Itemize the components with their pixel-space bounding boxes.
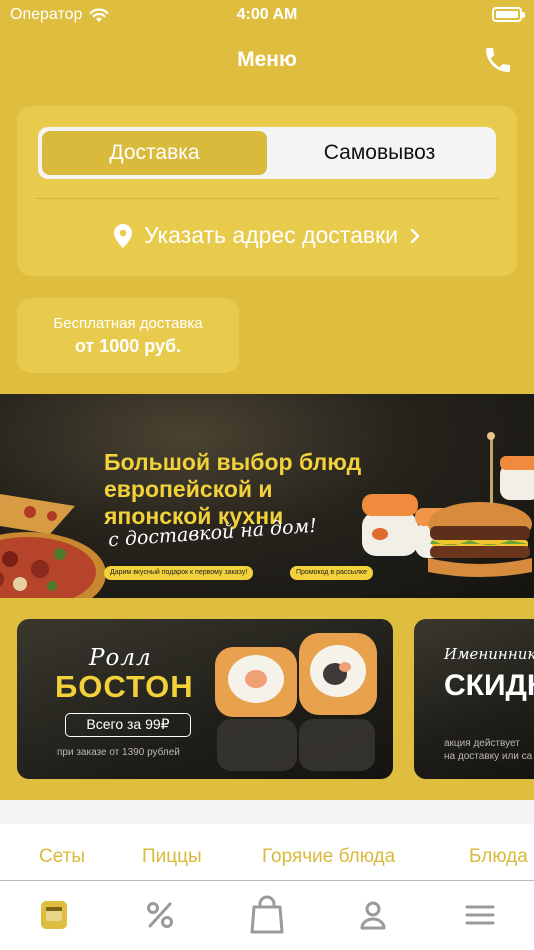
tab-bar bbox=[0, 880, 534, 950]
banner-headline-line-1: Большой выбор блюд bbox=[104, 449, 362, 475]
promo-card-birthday[interactable]: Имениннику СКИДК акция действует на дост… bbox=[414, 619, 534, 779]
nav-bar: Меню bbox=[0, 36, 534, 86]
category-pizza[interactable]: Пиццы bbox=[142, 846, 202, 868]
battery-icon bbox=[492, 7, 525, 22]
category-dishes[interactable]: Блюда bbox=[469, 846, 528, 868]
promo-card-name: БОСТОН bbox=[55, 669, 194, 704]
promo-card-note: акция действует на доставку или са bbox=[444, 737, 532, 763]
promo-card-note-line-2: на доставку или са bbox=[444, 751, 533, 762]
address-button[interactable]: Указать адрес доставки bbox=[17, 222, 517, 249]
phone-icon[interactable] bbox=[482, 44, 514, 76]
free-delivery-label: Бесплатная доставка bbox=[53, 315, 203, 332]
bag-icon bbox=[250, 895, 284, 934]
category-sets[interactable]: Сеты bbox=[39, 846, 85, 868]
tab-promotions[interactable] bbox=[140, 895, 180, 935]
tab-more[interactable] bbox=[460, 895, 500, 935]
promo-card-name: СКИДК bbox=[444, 669, 534, 702]
banner-promo-pill: Промокод в рассылке bbox=[290, 566, 374, 580]
more-icon bbox=[465, 905, 495, 925]
free-delivery-badge: Бесплатная доставка от 1000 руб. bbox=[17, 298, 239, 373]
percent-icon bbox=[147, 902, 173, 928]
category-hot-dishes[interactable]: Горячие блюда bbox=[262, 846, 395, 868]
divider bbox=[35, 198, 499, 199]
tab-pickup[interactable]: Самовывоз bbox=[267, 131, 492, 175]
app-screen: Оператор 4:00 AM Меню Доставка Самовывоз… bbox=[0, 0, 534, 950]
delivery-card: Доставка Самовывоз Указать адрес доставк… bbox=[17, 106, 517, 276]
tab-cart[interactable] bbox=[247, 895, 287, 935]
tab-delivery[interactable]: Доставка bbox=[42, 131, 267, 175]
promo-card-note: при заказе от 1390 рублей bbox=[57, 747, 180, 758]
banner-headline: Большой выбор блюд европейской и японско… bbox=[104, 449, 361, 530]
page-title: Меню bbox=[237, 48, 297, 71]
profile-icon bbox=[360, 901, 386, 930]
location-pin-icon bbox=[113, 223, 132, 248]
free-delivery-threshold: от 1000 руб. bbox=[74, 336, 182, 356]
category-tabs: Сеты Пиццы Горячие блюда Блюда bbox=[0, 824, 534, 880]
clock: 4:00 AM bbox=[236, 6, 298, 23]
tab-menu[interactable] bbox=[34, 895, 74, 935]
menu-icon bbox=[41, 901, 67, 929]
chevron-right-icon bbox=[410, 228, 420, 243]
banner-headline-line-2: европейской и bbox=[104, 476, 273, 502]
address-label: Указать адрес доставки bbox=[143, 222, 398, 248]
status-bar: Оператор 4:00 AM bbox=[0, 0, 534, 32]
banner-gift-pill: Дарим вкусный подарок к первому заказу! bbox=[104, 566, 254, 580]
promo-card-title: Имениннику bbox=[444, 645, 534, 663]
promo-card-price: Всего за 99₽ bbox=[65, 713, 191, 737]
tab-profile[interactable] bbox=[353, 895, 393, 935]
promo-card-boston[interactable]: Ролл БОСТОН Всего за 99₽ при заказе от 1… bbox=[17, 619, 393, 779]
section-divider bbox=[0, 800, 534, 824]
hero-banner[interactable]: Большой выбор блюд европейской и японско… bbox=[0, 394, 534, 598]
promo-card-title: Ролл bbox=[89, 645, 152, 671]
sushi-roll-illustration bbox=[215, 633, 377, 771]
delivery-mode-switch: Доставка Самовывоз bbox=[38, 127, 496, 179]
promo-card-note-line-1: акция действует bbox=[444, 738, 520, 749]
